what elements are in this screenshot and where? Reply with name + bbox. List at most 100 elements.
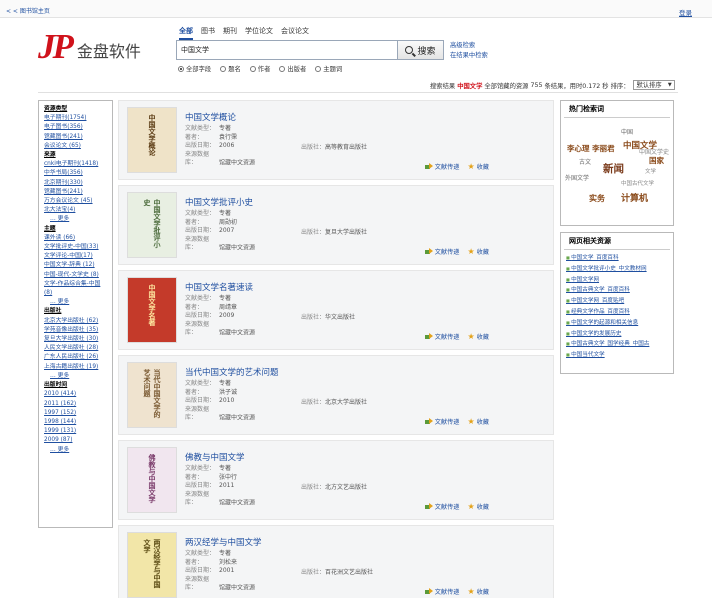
collect-button[interactable]: ★ 收藏	[467, 502, 489, 512]
facet-item[interactable]: cnki电子期刊(1418)	[44, 160, 107, 169]
hot-search-term[interactable]: 外国文学	[565, 173, 589, 182]
facet-item[interactable]: 2009 (87)	[44, 436, 107, 445]
field-option-1[interactable]: 题名	[220, 64, 241, 73]
tab-3[interactable]: 学位论文	[245, 26, 273, 40]
facet-more-link[interactable]: … 更多	[44, 372, 107, 381]
document-delivery-button[interactable]: 文献传递	[424, 332, 459, 341]
related-resource-link[interactable]: 中国古典文学_百度百科	[566, 285, 668, 296]
hot-search-term[interactable]: 国家	[649, 155, 664, 166]
hot-search-term[interactable]: 新闻	[603, 161, 624, 176]
tab-4[interactable]: 会议论文	[281, 26, 309, 40]
tab-0[interactable]: 全部	[179, 26, 193, 40]
radio-button[interactable]	[249, 65, 256, 72]
book-cover[interactable]: 中国文学批评小史	[127, 192, 177, 258]
result-title-link[interactable]: 中国文学名著速读	[185, 281, 253, 293]
field-option-3[interactable]: 出版者	[279, 64, 306, 73]
facet-more-link[interactable]: … 更多	[44, 446, 107, 455]
hot-search-term[interactable]: 中国	[621, 127, 633, 136]
book-cover[interactable]: 当代中国文学的艺术问题	[127, 362, 177, 428]
facet-item[interactable]: 会议论文 (65)	[44, 142, 107, 151]
related-resource-link[interactable]: 中国文学的发展历史	[566, 329, 668, 340]
facet-item[interactable]: 文学评论-中国(17)	[44, 252, 107, 261]
facet-item[interactable]: 电子图书(356)	[44, 123, 107, 132]
radio-button[interactable]	[279, 65, 286, 72]
result-title-link[interactable]: 中国文学概论	[185, 111, 236, 123]
facet-item[interactable]: 中国文学-辞典 (12)	[44, 261, 107, 270]
facet-item[interactable]: 2010 (414)	[44, 390, 107, 399]
field-option-0[interactable]: 全部字段	[178, 64, 211, 73]
hot-search-term[interactable]: 实务	[589, 193, 605, 204]
login-link[interactable]: 登录	[679, 7, 692, 17]
result-title-link[interactable]: 两汉经学与中国文学	[185, 536, 262, 548]
related-resource-link[interactable]: 中国古典文学_国学经典_中国古	[566, 339, 668, 350]
facet-item[interactable]: 上海古籍出版社 (19)	[44, 363, 107, 372]
facet-more-link[interactable]: … 更多	[44, 298, 107, 307]
book-cover[interactable]: 中国文学概论	[127, 107, 177, 173]
search-input[interactable]: 中国文学	[177, 41, 397, 59]
tab-2[interactable]: 期刊	[223, 26, 237, 40]
document-delivery-button[interactable]: 文献传递	[424, 417, 459, 426]
library-home-link[interactable]: < < 图书馆主页	[6, 6, 50, 15]
collect-button[interactable]: ★ 收藏	[467, 247, 489, 257]
radio-button[interactable]	[220, 65, 227, 72]
facet-item[interactable]: 馆藏图书(241)	[44, 133, 107, 142]
facet-item[interactable]: 中华书局(356)	[44, 169, 107, 178]
collect-button[interactable]: ★ 收藏	[467, 587, 489, 597]
related-resource-link[interactable]: 中国文学网_百度贴吧	[566, 296, 668, 307]
hot-search-term[interactable]: 中国文学史	[639, 147, 669, 156]
hot-search-term[interactable]: 计算机	[621, 191, 648, 204]
document-delivery-button[interactable]: 文献传递	[424, 162, 459, 171]
tab-1[interactable]: 图书	[201, 26, 215, 40]
result-title-link[interactable]: 当代中国文学的艺术问题	[185, 366, 279, 378]
related-resource-link[interactable]: 中国文学批评小史_中文教材网	[566, 264, 668, 275]
facet-item[interactable]: 电子期刊(1754)	[44, 114, 107, 123]
radio-button[interactable]	[178, 65, 184, 72]
facet-item[interactable]: 学苑音像出版社 (35)	[44, 326, 107, 335]
hot-search-term[interactable]: 古文	[579, 157, 591, 166]
related-resource-link[interactable]: 中国文学网	[566, 275, 668, 286]
search-button[interactable]: 搜索	[397, 41, 443, 59]
facet-item[interactable]: 北大法宝(4)	[44, 206, 107, 215]
book-cover[interactable]: 佛教与中国文学	[127, 447, 177, 513]
brand-logo[interactable]: JP 金盘软件	[38, 29, 141, 64]
facet-item[interactable]: 文学-作品综合集-中国	[44, 280, 107, 289]
hot-search-term[interactable]: 中国古代文学	[621, 179, 654, 187]
facet-item[interactable]: 1999 (131)	[44, 427, 107, 436]
radio-button[interactable]	[315, 65, 322, 72]
search-within-results-link[interactable]: 在结果中检索	[450, 51, 488, 61]
collect-button[interactable]: ★ 收藏	[467, 162, 489, 172]
facet-item[interactable]: 馆藏图书(241)	[44, 188, 107, 197]
book-cover[interactable]: 中国文学名著	[127, 277, 177, 343]
document-delivery-button[interactable]: 文献传递	[424, 247, 459, 256]
facet-item[interactable]: 复旦大学出版社 (30)	[44, 335, 107, 344]
field-option-2[interactable]: 作者	[249, 64, 270, 73]
document-delivery-button[interactable]: 文献传递	[424, 587, 459, 596]
facet-item[interactable]: 广东人民出版社 (26)	[44, 353, 107, 362]
facet-item[interactable]: 课外读 (66)	[44, 234, 107, 243]
result-title-link[interactable]: 中国文学批评小史	[185, 196, 253, 208]
related-resource-link[interactable]: 经典文学作品_百度百科	[566, 307, 668, 318]
related-resource-link[interactable]: 中国当代文学	[566, 350, 668, 361]
facet-item[interactable]: 北京大学出版社 (62)	[44, 317, 107, 326]
collect-button[interactable]: ★ 收藏	[467, 417, 489, 427]
facet-item[interactable]: 文学批评史-中国(33)	[44, 243, 107, 252]
facet-item[interactable]: 2011 (162)	[44, 400, 107, 409]
facet-item[interactable]: 北京期刊(330)	[44, 179, 107, 188]
facet-item[interactable]: 万方会议论文 (45)	[44, 197, 107, 206]
facet-item[interactable]: 人民文学出版社 (28)	[44, 344, 107, 353]
field-option-4[interactable]: 主题词	[315, 64, 342, 73]
facet-item[interactable]: (8)	[44, 289, 107, 298]
document-delivery-button[interactable]: 文献传递	[424, 502, 459, 511]
hot-search-term[interactable]: 李心理 李丽君	[567, 143, 615, 154]
advanced-search-link[interactable]: 高级检索	[450, 41, 488, 51]
hot-search-term[interactable]: 文学	[645, 167, 656, 175]
result-title-link[interactable]: 佛教与中国文学	[185, 451, 245, 463]
facet-more-link[interactable]: … 更多	[44, 215, 107, 224]
facet-item[interactable]: 1998 (144)	[44, 418, 107, 427]
facet-item[interactable]: 中国-现代-文学史 (8)	[44, 271, 107, 280]
collect-button[interactable]: ★ 收藏	[467, 332, 489, 342]
book-cover[interactable]: 两汉经学与中国文学	[127, 532, 177, 598]
related-resource-link[interactable]: 中国文学的起源和相关信息	[566, 318, 668, 329]
sort-select[interactable]: 默认排序	[633, 80, 675, 90]
facet-item[interactable]: 1997 (152)	[44, 409, 107, 418]
